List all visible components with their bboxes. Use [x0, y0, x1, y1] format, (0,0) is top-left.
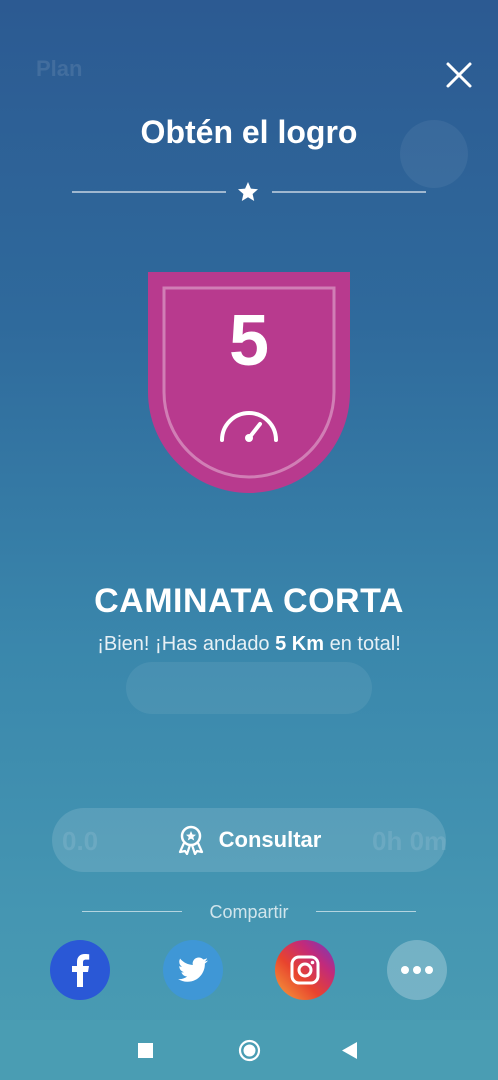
- instagram-share-button[interactable]: [275, 940, 335, 1000]
- star-icon: [238, 182, 258, 201]
- back-icon[interactable]: [342, 1042, 358, 1059]
- home-icon[interactable]: [238, 1039, 261, 1062]
- share-label: Compartir: [209, 902, 289, 922]
- description-suffix: en total!: [324, 633, 401, 655]
- medal-icon: [178, 825, 203, 855]
- share-divider-right: [316, 911, 416, 912]
- close-icon[interactable]: [442, 58, 476, 92]
- achievement-name: CAMINATA CORTA: [94, 582, 404, 620]
- divider-right: [272, 191, 426, 193]
- more-icon: [401, 966, 433, 974]
- speedometer-icon: [220, 411, 278, 442]
- consult-button[interactable]: Consultar: [52, 808, 446, 872]
- divider-left: [72, 191, 226, 193]
- facebook-icon: [72, 954, 90, 987]
- more-share-button[interactable]: [387, 940, 447, 1000]
- achievement-description: ¡Bien! ¡Has andado 5 Km en total!: [90, 630, 408, 658]
- facebook-share-button[interactable]: [50, 940, 110, 1000]
- description-prefix: ¡Bien! ¡Has andado: [97, 633, 276, 655]
- twitter-icon: [178, 957, 208, 982]
- twitter-share-button[interactable]: [163, 940, 223, 1000]
- background-plan-title: Plan: [36, 56, 83, 81]
- description-distance: 5 Km: [275, 633, 325, 655]
- system-navigation-bar: [0, 1020, 498, 1080]
- dialog-title: Obtén el logro: [140, 114, 358, 150]
- recent-apps-icon[interactable]: [138, 1043, 153, 1058]
- badge-number: 5: [228, 301, 270, 381]
- instagram-icon: [290, 955, 320, 985]
- background-pill: [126, 662, 372, 714]
- consult-label: Consultar: [218, 827, 322, 852]
